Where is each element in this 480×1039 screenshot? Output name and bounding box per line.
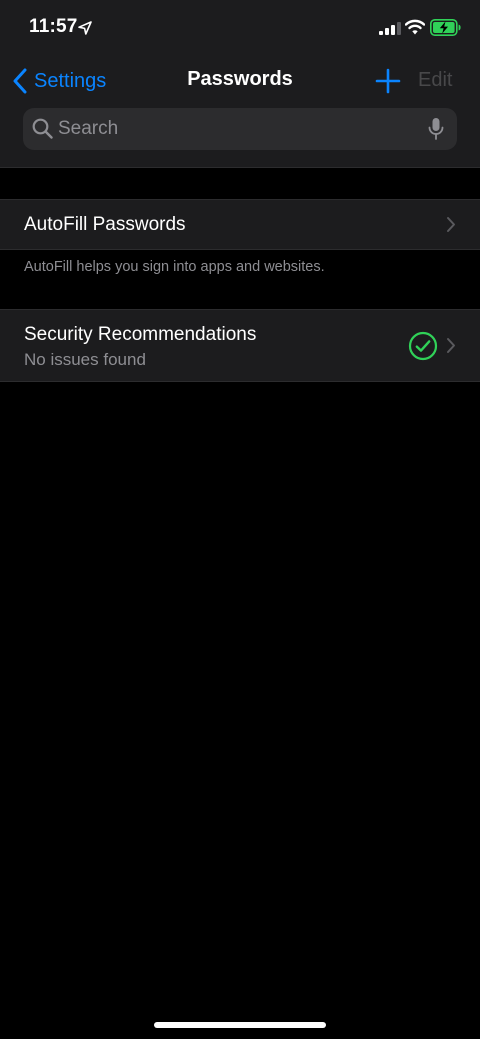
autofill-footer-note: AutoFill helps you sign into apps and we… — [24, 259, 325, 275]
microphone-icon[interactable] — [428, 117, 444, 141]
cellular-signal-icon — [379, 22, 401, 35]
checkmark-circle-icon — [408, 331, 438, 361]
search-bar[interactable] — [23, 108, 457, 150]
autofill-passwords-cell[interactable]: AutoFill Passwords — [0, 199, 480, 250]
battery-charging-icon — [430, 19, 461, 36]
security-status-text: No issues found — [24, 350, 146, 369]
back-button[interactable]: Settings — [12, 64, 106, 98]
status-time: 11:57 — [29, 16, 78, 37]
back-button-label: Settings — [34, 69, 107, 92]
plus-icon — [375, 68, 401, 94]
chevron-left-icon — [13, 68, 27, 94]
add-password-button[interactable] — [374, 66, 402, 96]
security-recommendations-label: Security Recommendations — [24, 324, 257, 345]
search-input[interactable] — [58, 108, 408, 150]
location-arrow-icon — [78, 21, 92, 35]
home-indicator[interactable] — [154, 1022, 326, 1028]
edit-button[interactable]: Edit — [418, 69, 452, 92]
header-region: 11:57 Settings Passwords Edit — [0, 0, 480, 168]
wifi-icon — [405, 19, 425, 35]
chevron-right-icon — [447, 338, 455, 353]
chevron-right-icon — [447, 217, 455, 232]
magnifying-glass-icon — [32, 118, 53, 139]
security-recommendations-cell[interactable]: Security Recommendations No issues found — [0, 309, 480, 382]
autofill-passwords-label: AutoFill Passwords — [24, 214, 186, 235]
